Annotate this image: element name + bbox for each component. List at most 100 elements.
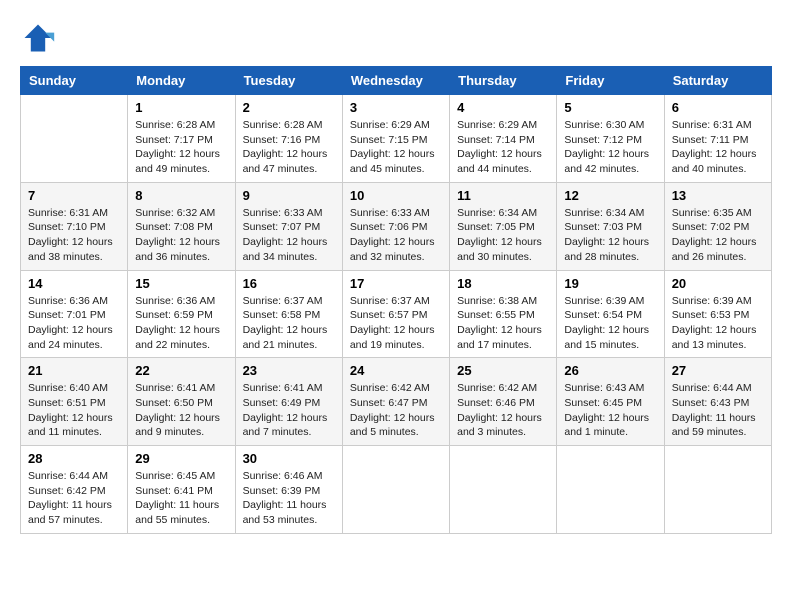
day-number: 27 [672,363,764,378]
day-info: Sunrise: 6:28 AM Sunset: 7:17 PM Dayligh… [135,118,227,177]
calendar-cell: 8Sunrise: 6:32 AM Sunset: 7:08 PM Daylig… [128,182,235,270]
calendar-cell: 19 Sunrise: 6:39 AM Sunset: 6:54 PM Dayli… [557,270,664,358]
day-info: Sunrise: 6:36 AM Sunset: 7:01 PM Dayligh… [28,294,120,353]
week-row-4: 21 Sunrise: 6:40 AM Sunset: 6:51 PM Dayli… [21,358,772,446]
weekday-header-saturday: Saturday [664,67,771,95]
calendar-table: SundayMondayTuesdayWednesdayThursdayFrid… [20,66,772,534]
calendar-cell: 28 Sunrise: 6:44 AM Sunset: 6:42 PM Dayli… [21,446,128,534]
weekday-header-thursday: Thursday [450,67,557,95]
day-number: 7 [28,188,120,203]
calendar-cell: 20 Sunrise: 6:39 AM Sunset: 6:53 PM Dayli… [664,270,771,358]
day-info: Sunrise: 6:33 AM Sunset: 7:06 PM Dayligh… [350,206,442,265]
calendar-cell: 25 Sunrise: 6:42 AM Sunset: 6:46 PM Dayli… [450,358,557,446]
day-info: Sunrise: 6:28 AM Sunset: 7:16 PM Dayligh… [243,118,335,177]
day-number: 30 [243,451,335,466]
day-number: 24 [350,363,442,378]
day-number: 17 [350,276,442,291]
calendar-cell: 17 Sunrise: 6:37 AM Sunset: 6:57 PM Dayli… [342,270,449,358]
calendar-cell: 29 Sunrise: 6:45 AM Sunset: 6:41 PM Dayli… [128,446,235,534]
calendar-cell: 2 Sunrise: 6:28 AM Sunset: 7:16 PM Daylig… [235,95,342,183]
week-row-1: 1Sunrise: 6:28 AM Sunset: 7:17 PM Daylig… [21,95,772,183]
calendar-cell: 7 Sunrise: 6:31 AM Sunset: 7:10 PM Daylig… [21,182,128,270]
day-number: 21 [28,363,120,378]
calendar-cell: 6Sunrise: 6:31 AM Sunset: 7:11 PM Daylig… [664,95,771,183]
day-info: Sunrise: 6:33 AM Sunset: 7:07 PM Dayligh… [243,206,335,265]
week-row-3: 14 Sunrise: 6:36 AM Sunset: 7:01 PM Dayli… [21,270,772,358]
day-number: 2 [243,100,335,115]
calendar-cell: 15 Sunrise: 6:36 AM Sunset: 6:59 PM Dayli… [128,270,235,358]
day-number: 23 [243,363,335,378]
day-number: 15 [135,276,227,291]
calendar-cell [21,95,128,183]
calendar-cell [664,446,771,534]
weekday-header-tuesday: Tuesday [235,67,342,95]
day-info: Sunrise: 6:36 AM Sunset: 6:59 PM Dayligh… [135,294,227,353]
day-number: 5 [564,100,656,115]
day-number: 22 [135,363,227,378]
calendar-cell [342,446,449,534]
logo-icon [20,20,56,56]
week-row-2: 7 Sunrise: 6:31 AM Sunset: 7:10 PM Daylig… [21,182,772,270]
day-info: Sunrise: 6:45 AM Sunset: 6:41 PM Dayligh… [135,469,227,528]
day-info: Sunrise: 6:41 AM Sunset: 6:50 PM Dayligh… [135,381,227,440]
weekday-header-wednesday: Wednesday [342,67,449,95]
calendar-cell: 30 Sunrise: 6:46 AM Sunset: 6:39 PM Dayli… [235,446,342,534]
day-info: Sunrise: 6:29 AM Sunset: 7:14 PM Dayligh… [457,118,549,177]
calendar-cell: 24 Sunrise: 6:42 AM Sunset: 6:47 PM Dayli… [342,358,449,446]
day-number: 4 [457,100,549,115]
calendar-cell: 14 Sunrise: 6:36 AM Sunset: 7:01 PM Dayli… [21,270,128,358]
day-info: Sunrise: 6:44 AM Sunset: 6:42 PM Dayligh… [28,469,120,528]
day-number: 29 [135,451,227,466]
day-info: Sunrise: 6:39 AM Sunset: 6:54 PM Dayligh… [564,294,656,353]
weekday-header-monday: Monday [128,67,235,95]
calendar-cell: 27 Sunrise: 6:44 AM Sunset: 6:43 PM Dayli… [664,358,771,446]
day-number: 8 [135,188,227,203]
logo [20,20,62,56]
day-info: Sunrise: 6:34 AM Sunset: 7:05 PM Dayligh… [457,206,549,265]
day-info: Sunrise: 6:35 AM Sunset: 7:02 PM Dayligh… [672,206,764,265]
calendar-cell: 11Sunrise: 6:34 AM Sunset: 7:05 PM Dayli… [450,182,557,270]
day-info: Sunrise: 6:42 AM Sunset: 6:46 PM Dayligh… [457,381,549,440]
day-number: 28 [28,451,120,466]
weekday-header-row: SundayMondayTuesdayWednesdayThursdayFrid… [21,67,772,95]
calendar-cell: 10 Sunrise: 6:33 AM Sunset: 7:06 PM Dayli… [342,182,449,270]
day-number: 19 [564,276,656,291]
day-info: Sunrise: 6:40 AM Sunset: 6:51 PM Dayligh… [28,381,120,440]
day-info: Sunrise: 6:31 AM Sunset: 7:10 PM Dayligh… [28,206,120,265]
weekday-header-sunday: Sunday [21,67,128,95]
calendar-cell: 9 Sunrise: 6:33 AM Sunset: 7:07 PM Daylig… [235,182,342,270]
calendar-cell: 16Sunrise: 6:37 AM Sunset: 6:58 PM Dayli… [235,270,342,358]
day-number: 3 [350,100,442,115]
day-info: Sunrise: 6:30 AM Sunset: 7:12 PM Dayligh… [564,118,656,177]
calendar-cell: 5 Sunrise: 6:30 AM Sunset: 7:12 PM Daylig… [557,95,664,183]
day-info: Sunrise: 6:44 AM Sunset: 6:43 PM Dayligh… [672,381,764,440]
calendar-cell: 12 Sunrise: 6:34 AM Sunset: 7:03 PM Dayli… [557,182,664,270]
day-number: 10 [350,188,442,203]
day-info: Sunrise: 6:46 AM Sunset: 6:39 PM Dayligh… [243,469,335,528]
calendar-cell: 1Sunrise: 6:28 AM Sunset: 7:17 PM Daylig… [128,95,235,183]
day-info: Sunrise: 6:42 AM Sunset: 6:47 PM Dayligh… [350,381,442,440]
calendar-cell: 23Sunrise: 6:41 AM Sunset: 6:49 PM Dayli… [235,358,342,446]
day-number: 20 [672,276,764,291]
day-info: Sunrise: 6:37 AM Sunset: 6:57 PM Dayligh… [350,294,442,353]
calendar-cell: 22 Sunrise: 6:41 AM Sunset: 6:50 PM Dayli… [128,358,235,446]
calendar-cell: 26Sunrise: 6:43 AM Sunset: 6:45 PM Dayli… [557,358,664,446]
calendar-cell [557,446,664,534]
calendar-cell: 4 Sunrise: 6:29 AM Sunset: 7:14 PM Daylig… [450,95,557,183]
day-info: Sunrise: 6:43 AM Sunset: 6:45 PM Dayligh… [564,381,656,440]
day-number: 9 [243,188,335,203]
weekday-header-friday: Friday [557,67,664,95]
calendar-cell: 13Sunrise: 6:35 AM Sunset: 7:02 PM Dayli… [664,182,771,270]
day-info: Sunrise: 6:34 AM Sunset: 7:03 PM Dayligh… [564,206,656,265]
page-header [20,20,772,56]
calendar-cell: 3 Sunrise: 6:29 AM Sunset: 7:15 PM Daylig… [342,95,449,183]
day-info: Sunrise: 6:31 AM Sunset: 7:11 PM Dayligh… [672,118,764,177]
day-number: 14 [28,276,120,291]
day-info: Sunrise: 6:29 AM Sunset: 7:15 PM Dayligh… [350,118,442,177]
day-number: 25 [457,363,549,378]
day-number: 12 [564,188,656,203]
calendar-cell [450,446,557,534]
day-info: Sunrise: 6:39 AM Sunset: 6:53 PM Dayligh… [672,294,764,353]
day-info: Sunrise: 6:38 AM Sunset: 6:55 PM Dayligh… [457,294,549,353]
calendar-cell: 21 Sunrise: 6:40 AM Sunset: 6:51 PM Dayli… [21,358,128,446]
